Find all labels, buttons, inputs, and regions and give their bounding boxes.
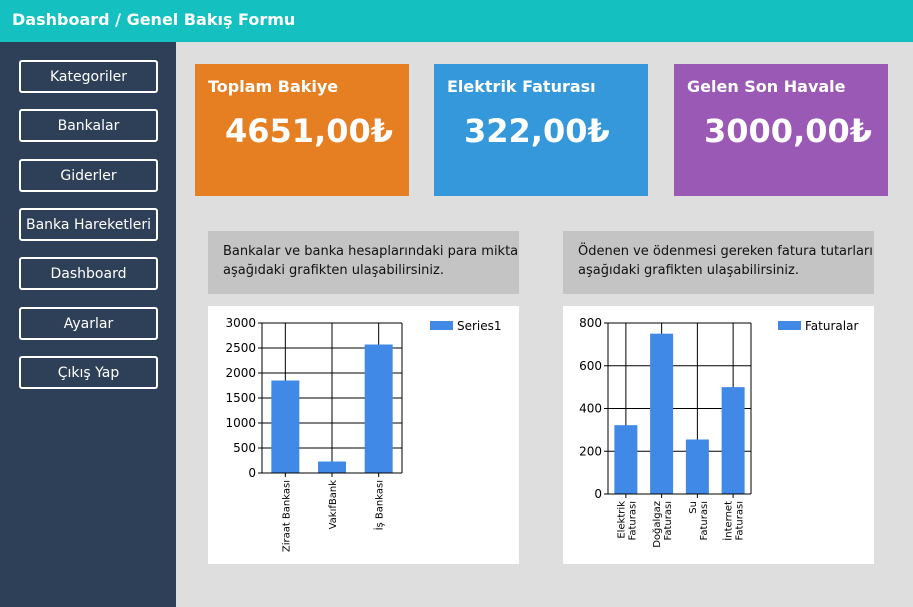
card-title: Toplam Bakiye (208, 77, 339, 96)
bar (614, 425, 638, 494)
banks-description-line2: aşağıdaki grafikten ulaşabilirsiniz. (223, 263, 444, 278)
y-tick-label: 0 (248, 466, 256, 480)
x-category-label: Faturası (699, 501, 710, 540)
elektrik-faturasi-card: Elektrik Faturası 322,00₺ (434, 64, 648, 196)
x-category-label: Faturası (663, 501, 674, 540)
y-tick-label: 1000 (225, 416, 256, 430)
banks-chart-panel: 0 500 1000 1500 2000 2500 3000 Ziraat Bankası Va… (208, 306, 519, 564)
sidebar: Kategoriler Bankalar Giderler Banka Hare… (0, 42, 176, 607)
giderler-button[interactable]: Giderler (19, 159, 158, 192)
bar (364, 344, 393, 473)
toplam-bakiye-card: Toplam Bakiye 4651,00₺ (195, 64, 409, 196)
banks-description: Bankalar ve banka hesaplarındaki para mi… (208, 231, 519, 294)
x-category-label: Su (688, 501, 699, 514)
y-tick-label: 2500 (225, 341, 256, 355)
kategoriler-button[interactable]: Kategoriler (19, 60, 158, 93)
legend-swatch (430, 321, 453, 330)
bills-description: Ödenen ve ödenmesi gereken fatura tutarl… (563, 231, 874, 294)
bills-bar-chart: 0200400600800Elektrik Faturası Doğalgaz Fat… (579, 316, 858, 548)
cikis-yap-button[interactable]: Çıkış Yap (19, 356, 158, 389)
card-value: 322,00₺ (464, 112, 610, 150)
banka-hareketleri-button[interactable]: Banka Hareketleri (19, 208, 158, 241)
y-tick-label: 800 (579, 316, 602, 330)
y-tick-label: 3000 (225, 316, 256, 330)
x-category-label: Elektrik (616, 501, 627, 539)
window-title: Dashboard / Genel Bakış Formu (12, 10, 296, 29)
y-tick-label: 200 (579, 444, 602, 458)
title-bar: Dashboard / Genel Bakış Formu (0, 0, 913, 42)
bills-description-line1: Ödenen ve ödenmesi gereken fatura tutarl… (578, 244, 874, 259)
card-value: 3000,00₺ (704, 112, 873, 150)
legend-label: Series1 (457, 319, 502, 333)
bills-description-line2: aşağıdaki grafikten ulaşabilirsiniz. (578, 263, 799, 278)
bar (685, 439, 709, 494)
dashboard-button[interactable]: Dashboard (19, 257, 158, 290)
bar (271, 380, 300, 473)
x-category-label: İş Bankası (373, 480, 386, 530)
x-category-label: İnternet (722, 501, 735, 541)
legend-label: Faturalar (805, 319, 858, 333)
banks-bar-chart: 0 500 1000 1500 2000 2500 3000 Ziraat Bankası Va… (225, 316, 502, 552)
bills-chart-panel: 0 200 400 600 800 Elektrik Faturası Doğalgaz Fat… (563, 306, 874, 564)
bar (650, 333, 674, 494)
bar (318, 461, 346, 473)
banks-description-line1: Bankalar ve banka hesaplarındaki para mi… (223, 244, 519, 259)
y-tick-label: 500 (233, 441, 256, 455)
y-tick-label: 600 (579, 359, 602, 373)
card-value: 4651,00₺ (225, 112, 394, 150)
card-title: Gelen Son Havale (687, 77, 846, 96)
ayarlar-button[interactable]: Ayarlar (19, 307, 158, 340)
y-tick-label: 1500 (225, 391, 256, 405)
legend-swatch (778, 321, 801, 330)
bar (721, 387, 745, 494)
x-category-label: Faturası (735, 501, 746, 540)
y-tick-label: 0 (594, 487, 602, 501)
card-title: Elektrik Faturası (447, 77, 596, 96)
gelen-son-havale-card: Gelen Son Havale 3000,00₺ (674, 64, 888, 196)
x-category-label: Ziraat Bankası (281, 480, 292, 552)
x-category-label: Faturası (627, 501, 638, 540)
x-category-label: VakıfBank (328, 480, 339, 530)
y-tick-label: 2000 (225, 366, 256, 380)
bankalar-button[interactable]: Bankalar (19, 109, 158, 142)
y-tick-label: 400 (579, 402, 602, 416)
x-category-label: Doğalgaz (651, 501, 663, 548)
